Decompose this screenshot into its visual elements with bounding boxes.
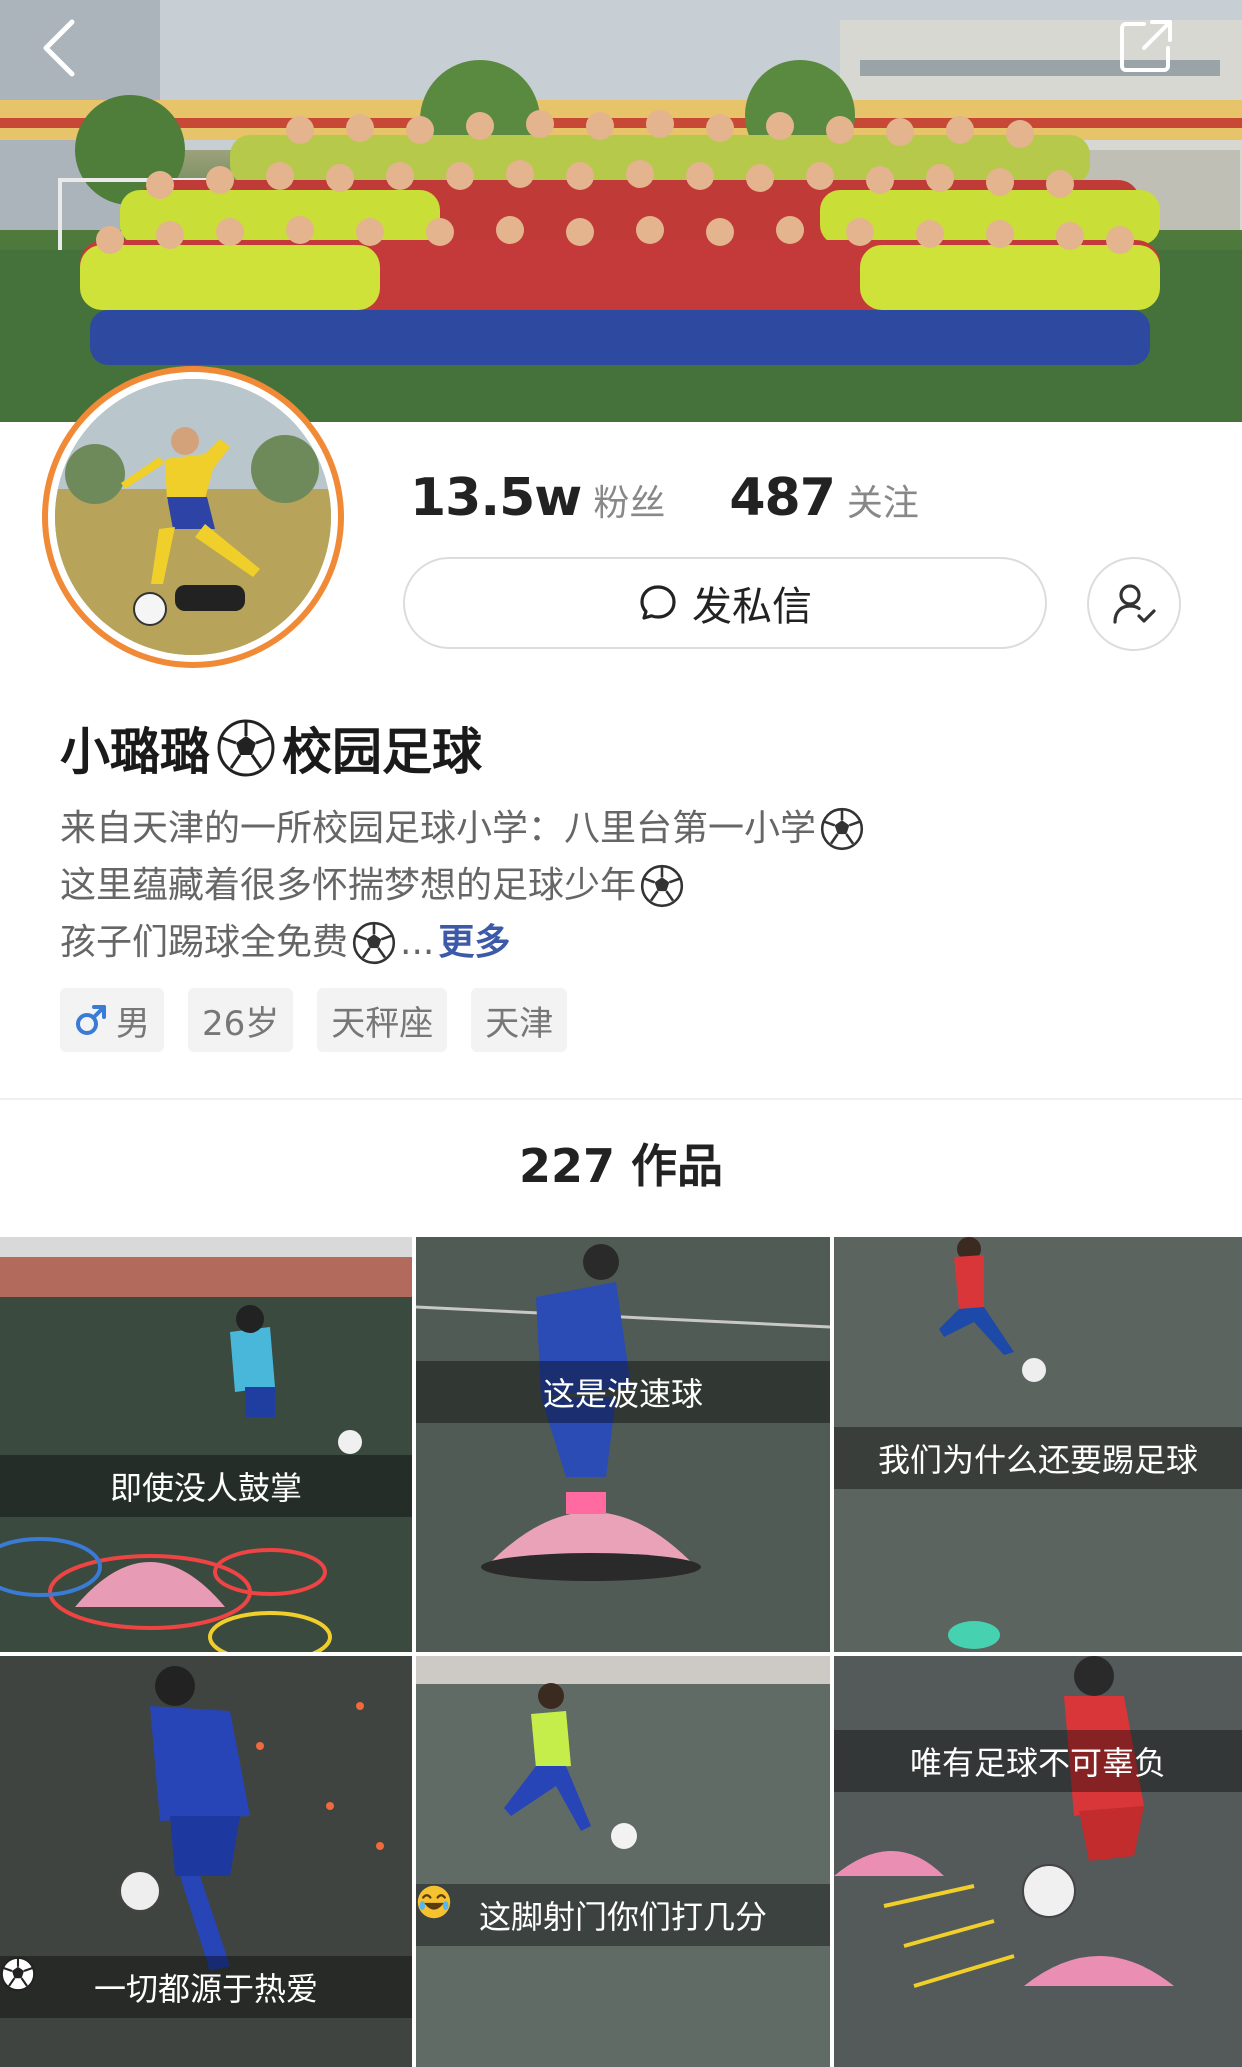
- avatar-image: [55, 379, 331, 655]
- soccer-ball-icon: [640, 864, 684, 907]
- nickname-part1: 小璐璐: [60, 723, 210, 781]
- soccer-ball-icon: [0, 1956, 36, 1992]
- laughing-emoji-icon: [417, 1885, 451, 1919]
- follow-button[interactable]: [1087, 557, 1181, 651]
- soccer-ball-icon: [820, 807, 864, 850]
- following-label[interactable]: 关注: [847, 474, 919, 526]
- tag-location: 天津: [471, 988, 568, 1052]
- soccer-ball-icon: [217, 719, 275, 777]
- video-caption: 唯有足球不可辜负: [834, 1730, 1242, 1792]
- video-thumbnail[interactable]: 这脚射门你们打几分: [416, 1656, 830, 2067]
- video-caption: 这脚射门你们打几分: [416, 1884, 830, 1946]
- video-thumbnail[interactable]: 这是波速球: [416, 1237, 830, 1652]
- bio-more-link[interactable]: 更多: [438, 914, 510, 971]
- video-caption: 即使没人鼓掌: [0, 1455, 412, 1517]
- profile-stats: 13.5w 粉丝 487 关注: [410, 468, 919, 528]
- send-message-label: 发私信: [692, 584, 812, 630]
- profile-tags: 男 26岁 天秤座 天津: [60, 988, 568, 1052]
- works-header: 227 作品: [0, 1130, 1242, 1196]
- following-count[interactable]: 487: [729, 468, 836, 528]
- video-caption: 我们为什么还要踢足球: [834, 1427, 1242, 1489]
- tag-gender: 男: [60, 988, 164, 1052]
- share-icon: [1120, 20, 1172, 72]
- bio-line-1: 来自天津的一所校园足球小学：八里台第一小学: [60, 800, 1180, 857]
- bio-line-3: 孩子们踢球全免费 ... 更多: [60, 914, 1180, 971]
- profile-cover-photo: [0, 0, 1242, 422]
- video-thumbnail[interactable]: 我们为什么还要踢足球: [834, 1237, 1242, 1652]
- works-count: 227: [518, 1139, 615, 1193]
- section-divider: [0, 1098, 1242, 1100]
- soccer-ball-icon: [352, 921, 396, 964]
- user-check-icon: [1113, 584, 1156, 624]
- followers-label[interactable]: 粉丝: [593, 474, 665, 526]
- nickname: 小璐璐 校园足球: [60, 712, 482, 784]
- works-label: 作品: [631, 1139, 724, 1193]
- chevron-left-icon: [43, 19, 75, 77]
- send-message-button[interactable]: 发私信: [403, 557, 1047, 649]
- video-thumbnail[interactable]: 一切都源于热爱: [0, 1656, 412, 2067]
- video-thumbnail[interactable]: 即使没人鼓掌: [0, 1237, 412, 1652]
- video-caption: 这是波速球: [416, 1361, 830, 1423]
- bio-line-2: 这里蕴藏着很多怀揣梦想的足球少年: [60, 857, 1180, 914]
- team-photo-illustration: [0, 0, 1242, 422]
- video-caption: 一切都源于热爱: [0, 1956, 412, 2018]
- tag-zodiac: 天秤座: [317, 988, 448, 1052]
- male-icon: [76, 1005, 106, 1035]
- avatar[interactable]: [42, 366, 344, 668]
- video-thumbnail[interactable]: 唯有足球不可辜负: [834, 1656, 1242, 2067]
- share-button[interactable]: [1118, 18, 1188, 88]
- chat-bubble-icon: [640, 585, 676, 620]
- tag-age: 26岁: [188, 988, 294, 1052]
- back-button[interactable]: [40, 18, 110, 88]
- bio: 来自天津的一所校园足球小学：八里台第一小学 这里蕴藏着很多怀揣梦想的足球少年 孩…: [60, 800, 1180, 971]
- nickname-part2: 校园足球: [282, 723, 482, 781]
- followers-count[interactable]: 13.5w: [410, 468, 582, 528]
